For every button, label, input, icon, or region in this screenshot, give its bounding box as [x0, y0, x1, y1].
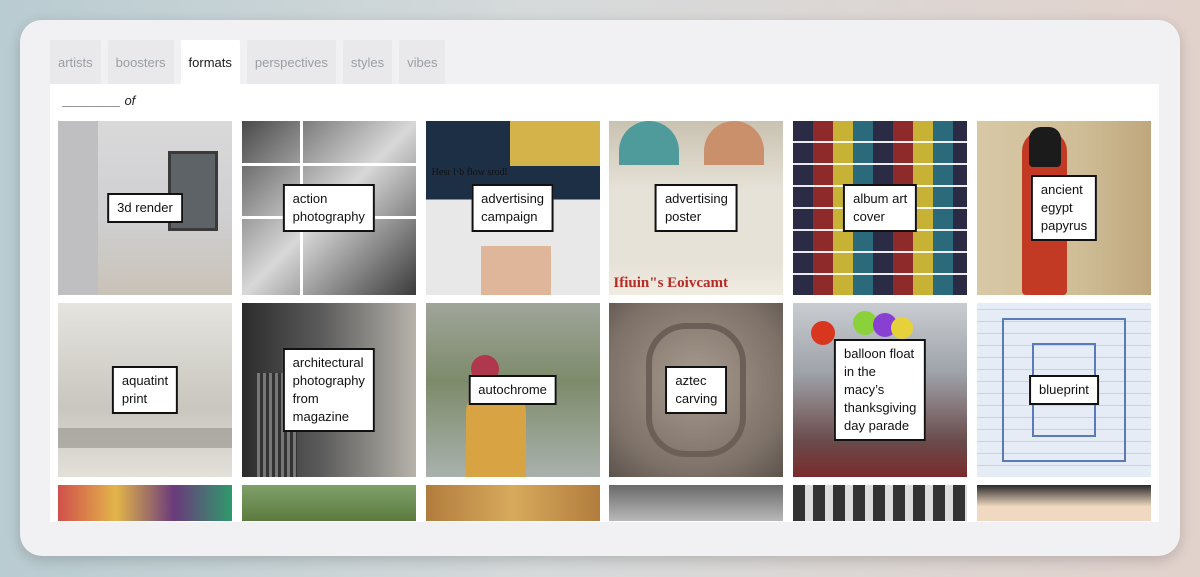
figure-shape: [619, 121, 680, 165]
format-tile-balloon-float[interactable]: balloon float in the macy’s thanksgiving…: [793, 303, 968, 477]
format-tile-ancient-egypt-papyrus[interactable]: ancient egypt papyrus: [976, 121, 1151, 295]
format-tile-aquatint-print[interactable]: aquatint print: [58, 303, 232, 477]
tile-label: aztec carving: [665, 366, 728, 414]
tab-formats[interactable]: formats: [180, 40, 240, 84]
tab-artists[interactable]: artists: [50, 40, 101, 84]
ad-headline: Hesr l·b flow srodl: [431, 167, 508, 178]
format-tile-partial[interactable]: [609, 485, 784, 521]
format-tile-partial[interactable]: [793, 485, 968, 521]
tile-label: advertising poster: [654, 184, 738, 232]
figure-shape: [704, 121, 765, 165]
portrait-block: [480, 246, 551, 295]
format-tile-advertising-campaign[interactable]: Hesr l·b flow srodl advertising campaign: [425, 121, 600, 295]
format-tile-partial[interactable]: [58, 485, 232, 521]
tile-label: architectural photography from magazine: [282, 348, 375, 432]
tab-perspectives[interactable]: perspectives: [246, 40, 336, 84]
tile-label: aquatint print: [111, 366, 179, 414]
tile-label: ancient egypt papyrus: [1030, 175, 1098, 241]
shoreline-shape: [58, 428, 232, 448]
tile-label: autochrome: [468, 375, 557, 405]
tile-label: 3d render: [107, 193, 183, 223]
prompt-template: ________ of: [63, 93, 136, 108]
tab-boosters[interactable]: boosters: [107, 40, 174, 84]
format-tile-architectural-photography[interactable]: architectural photography from magazine: [241, 303, 416, 477]
format-tile-advertising-poster[interactable]: Ifiuin"s Eoivcamt advertising poster: [609, 121, 784, 295]
format-tile-blueprint[interactable]: blueprint: [976, 303, 1151, 477]
tile-label: album art cover: [843, 184, 918, 232]
tile-label: advertising campaign: [471, 184, 555, 232]
tile-label: action photography: [282, 184, 375, 232]
formats-panel: ________ of 3d render action photography…: [50, 84, 1159, 522]
photo-block: [509, 121, 600, 166]
format-tile-autochrome[interactable]: autochrome: [425, 303, 600, 477]
tab-vibes[interactable]: vibes: [399, 40, 446, 84]
balloon-shape: [891, 317, 914, 339]
format-picker-card: artists boosters formats perspectives st…: [20, 20, 1180, 556]
format-tile-partial[interactable]: [425, 485, 600, 521]
category-tabs: artists boosters formats perspectives st…: [50, 40, 446, 84]
tile-label: balloon float in the macy’s thanksgiving…: [834, 339, 927, 441]
collage-divider: [241, 163, 416, 166]
format-tile-partial[interactable]: [976, 485, 1151, 521]
format-tile-partial[interactable]: [241, 485, 416, 521]
format-tile-album-art-cover[interactable]: album art cover: [793, 121, 968, 295]
format-grid: 3d render action photography Hesr l·b fl…: [58, 121, 1151, 521]
format-tile-aztec-carving[interactable]: aztec carving: [609, 303, 784, 477]
balloon-shape: [811, 321, 836, 345]
headdress-shape: [1028, 127, 1061, 167]
tile-label: blueprint: [1029, 375, 1099, 405]
wall-shape: [58, 121, 98, 295]
format-tile-3d-render[interactable]: 3d render: [58, 121, 232, 295]
format-tile-action-photography[interactable]: action photography: [241, 121, 416, 295]
poster-headline: Ifiuin"s Eoivcamt: [613, 275, 728, 291]
tab-styles[interactable]: styles: [342, 40, 393, 84]
